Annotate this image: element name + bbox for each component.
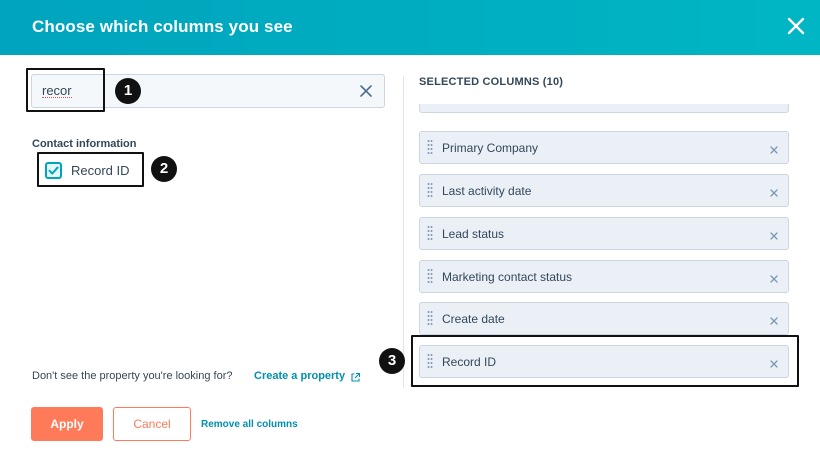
annotation-box-1	[26, 68, 105, 112]
annotation-badge-2: 2	[151, 156, 177, 182]
selected-column-item[interactable]: Marketing contact status	[419, 260, 789, 293]
column-label: Primary Company	[442, 141, 539, 155]
selected-column-item[interactable]: Primary Company	[419, 131, 789, 164]
close-icon[interactable]	[784, 14, 808, 38]
remove-column-icon[interactable]	[769, 313, 779, 325]
annotation-box-3	[411, 335, 799, 387]
drag-handle-icon[interactable]	[427, 225, 433, 243]
column-label: Create date	[442, 312, 505, 326]
column-label: Lead status	[442, 227, 505, 241]
remove-all-columns-link[interactable]: Remove all columns	[201, 419, 298, 430]
annotation-box-2	[37, 152, 144, 187]
drag-handle-icon[interactable]	[427, 139, 433, 157]
external-link-icon[interactable]	[350, 370, 361, 382]
column-label: Marketing contact status	[442, 270, 573, 284]
drag-handle-icon[interactable]	[427, 182, 433, 200]
create-property-link[interactable]: Create a property	[254, 370, 345, 382]
pane-divider	[403, 76, 404, 388]
modal-title: Choose which columns you see	[32, 17, 293, 36]
clear-search-icon[interactable]	[358, 83, 374, 99]
drag-handle-icon[interactable]	[427, 268, 433, 286]
annotation-badge-3: 3	[379, 348, 405, 374]
selected-column-item[interactable]: Last activity date	[419, 174, 789, 207]
remove-column-icon[interactable]	[769, 271, 779, 283]
remove-column-icon[interactable]	[769, 142, 779, 154]
selected-column-item[interactable]: Create date	[419, 302, 789, 335]
column-label: Last activity date	[442, 184, 532, 198]
column-chooser-modal: Choose which columns you see recor 1 Con…	[0, 0, 820, 459]
selected-columns-heading: SELECTED COLUMNS (10)	[419, 76, 564, 88]
remove-column-icon[interactable]	[769, 185, 779, 197]
remove-column-icon[interactable]	[769, 228, 779, 240]
apply-button[interactable]: Apply	[31, 407, 103, 441]
drag-handle-icon[interactable]	[427, 310, 433, 328]
modal-header: Choose which columns you see	[0, 0, 820, 55]
section-label: Contact information	[32, 138, 137, 150]
selected-column-item[interactable]: Lead status	[419, 217, 789, 250]
selected-column-item[interactable]	[419, 104, 789, 113]
annotation-badge-1: 1	[115, 78, 141, 104]
cancel-button[interactable]: Cancel	[113, 407, 191, 441]
missing-property-note: Don't see the property you're looking fo…	[32, 370, 233, 382]
